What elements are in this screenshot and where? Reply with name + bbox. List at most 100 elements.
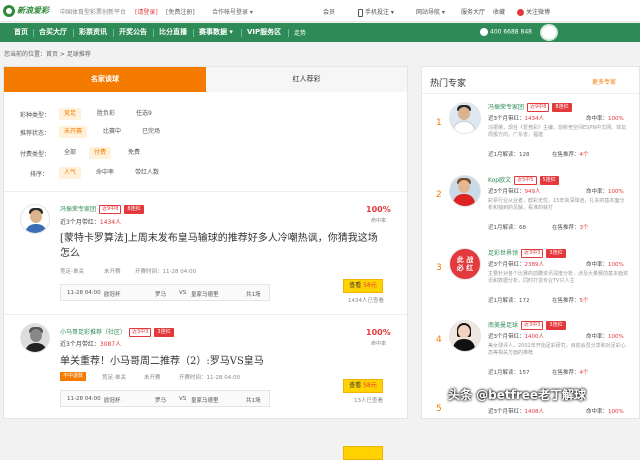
logo-icon [3,4,15,17]
view-button[interactable]: 查看 58元 [343,379,383,393]
expert-name-link[interactable]: 冯振荣专家团 近9中8 8连红 [488,102,572,112]
panel-title: 热门专家 [430,79,467,89]
nav-live-scores[interactable]: 比分直播 [159,27,187,37]
hit-record-badge: 近3中3 [521,249,544,258]
expert-name: 冯振荣专家团 [60,206,97,213]
sort-option-followers[interactable]: 带红人数 [130,167,164,179]
member-link[interactable]: 会员 [323,7,335,16]
streak-badge: 8连红 [124,205,144,214]
more-experts-link[interactable]: 更多专家 [592,77,616,86]
top-bar: 新浪爱彩 中国体育型彩票创新平台 [请登录] [免费注册] 合作帐号登录 ▾ 会… [0,0,640,22]
rate-label: 命中率： [586,189,609,195]
expert-rate: 命中率：100% [586,407,624,415]
nav-trend[interactable]: 走势 [294,28,306,37]
footer-label: 近1月解读： [488,152,519,158]
nav-news[interactable]: 彩票资讯 [79,27,107,37]
expert-name-link[interactable]: 南美曼足球 近3中3 3连红 [488,320,566,330]
filter-option-finished[interactable]: 已完场 [137,126,165,138]
filter-label: 付费类型： [20,151,51,158]
mobile-betting-link[interactable]: 手机投注 ▾ [358,7,394,17]
service-hall-link[interactable]: 服务大厅 [461,7,485,16]
tab-expert-talk[interactable]: 名家谈球 [4,67,206,92]
expert-avatar[interactable] [449,320,481,352]
register-link[interactable]: [免费注册] [166,7,195,16]
rate-value: 100% [608,262,624,268]
nav-divider [153,29,154,37]
hot-experts-panel: 热门专家 更多专家 1 冯振荣专家团 近9中8 8连红 近3个月带红：1434人 命… [421,66,640,419]
match-time: 11-28 04:00 [67,396,101,402]
streak-badge: 8连红 [552,103,572,112]
expert-name-link[interactable]: 冯振荣专家团 近9中8 8连红 [60,204,144,214]
nav-draw-results[interactable]: 开奖公告 [119,27,147,37]
nav-divider [113,29,114,37]
nav-divider [241,29,242,37]
filter-label: 排序： [30,171,49,178]
refund-tag: 不中退款 [60,372,87,381]
rate-value: 100% [608,189,624,195]
sort-option-popularity[interactable]: 人气 [59,167,82,179]
footer-label: 在售推荐： [552,225,580,231]
expert-name-link[interactable]: 小马哥足彩推荐（社区） 近3中3 3连红 [60,327,174,337]
site-nav-dropdown[interactable]: 网站导航 ▾ [416,7,445,16]
sort-option-hit-rate[interactable]: 命中率 [91,167,119,179]
hit-rate-value: 100% [366,328,391,337]
view-button[interactable]: 查看 58元 [343,279,383,293]
filter-option-not-started[interactable]: 未开赛 [59,126,88,138]
expert-avatar[interactable] [449,175,481,207]
view-button[interactable] [343,446,383,460]
post-title[interactable]: [蒙特卡罗算法]上周末发布皇马输球的推荐好多人冷嘲热讽，你猜我这场怎么 [60,231,380,261]
filter-lottery-type: 彩种类型： 竞足 胜负彩 任选9 [4,108,404,120]
home-team: 罗马 [155,292,167,298]
favorite-link[interactable]: 收藏 [493,7,505,16]
footer-value: 4个 [579,152,589,158]
footer-value: 172 [519,298,530,304]
rate-label: 命中率： [586,116,609,122]
filter-option-renxuan9[interactable]: 任选9 [131,108,157,120]
filter-option-in-progress[interactable]: 比赛中 [98,126,126,138]
follow-weibo-link[interactable]: 关注微博 [517,7,550,16]
mobile-app-icon[interactable] [540,24,558,41]
partner-login-dropdown[interactable]: 合作帐号登录 ▾ [212,7,253,16]
post-title[interactable]: 单关重荐！小马哥周二推荐（2）:罗马VS皇马 [60,354,380,369]
hit-record-badge: 近5中5 [514,176,537,185]
filter-option-all[interactable]: 全部 [59,147,81,159]
rank-number: 3 [436,263,442,273]
expert-name-link[interactable]: 足彩世界领 近3中3 3连红 [488,248,566,258]
hit-record-badge: 近3中3 [521,321,544,330]
expert-avatar[interactable] [449,102,481,134]
expert-avatar[interactable] [20,204,50,234]
filter-option-paid[interactable]: 付费 [89,147,112,159]
filter-option-jingzu[interactable]: 竞足 [59,108,82,120]
nav-group-buy[interactable]: 合买大厅 [39,27,67,37]
expert-rate: 命中率：100% [586,187,624,195]
nav-match-data[interactable]: 赛事数据 ▾ [199,27,233,37]
phone-icon [480,28,488,36]
footer-value: 3个 [579,225,589,231]
rank-number: 4 [436,335,442,345]
expert-rate: 命中率：100% [586,260,624,268]
stat-value: 3087人 [99,341,122,348]
expert-footer-left: 近1月解读：157 [488,368,530,376]
login-link[interactable]: [请登录] [135,7,158,16]
stat-value: 949人 [524,189,541,195]
stat-label: 近3个月带红： [488,409,525,415]
expert-avatar[interactable] [20,323,50,353]
expert-avatar[interactable]: 此 战必 红 [449,248,481,280]
expert-name-link[interactable]: Kop欧文 近5中5 5连红 [488,175,559,185]
streak-badge: 3连红 [546,321,566,330]
phone-icon [358,8,363,17]
divider [4,314,407,315]
nav-vip[interactable]: VIP服务区 [247,27,281,37]
view-count: 13人已查看 [354,398,383,404]
avatar-body [25,224,47,233]
filter-option-free[interactable]: 免费 [123,147,145,159]
filter-option-shengfu[interactable]: 胜负彩 [92,108,120,120]
hit-record-badge: 近3中3 [129,328,152,337]
rank-number: 2 [436,190,442,200]
nav-home[interactable]: 首页 [14,27,28,37]
divider [422,93,639,94]
tab-celebrity-picks[interactable]: 红人荐彩 [206,67,407,92]
site-logo[interactable]: 新浪爱彩 [3,4,57,17]
hit-record-badge: 近9中8 [99,205,122,214]
away-team: 皇家马德里 [191,398,219,404]
